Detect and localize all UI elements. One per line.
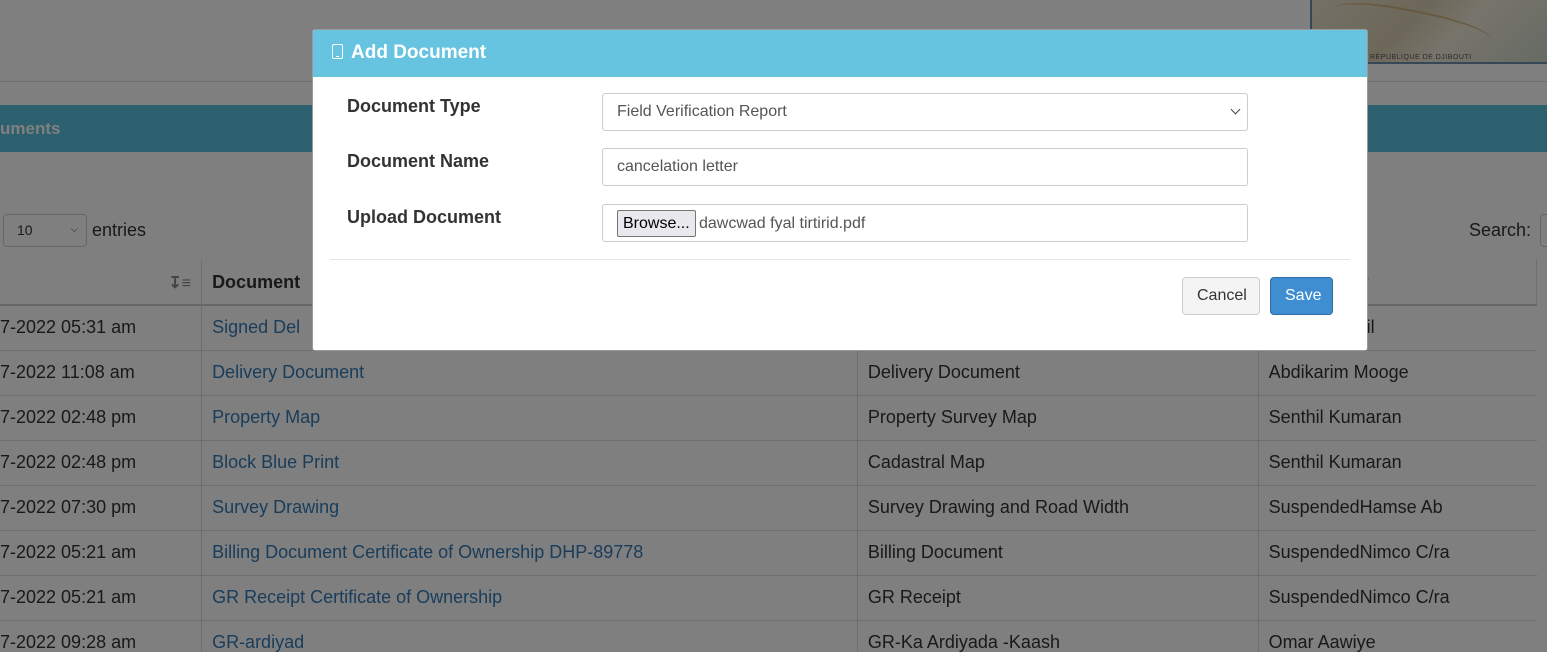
document-type-label: Document Type [347, 96, 481, 116]
upload-document-label: Upload Document [347, 207, 502, 227]
add-document-modal: Add Document Document Type Field Verific… [312, 29, 1368, 351]
document-name-input[interactable]: cancelation letter [602, 148, 1248, 186]
chevron-down-icon [1230, 104, 1241, 115]
upload-document-input[interactable]: Browse... dawcwad fyal tirtirid.pdf [602, 204, 1248, 242]
document-type-select[interactable]: Field Verification Report [602, 93, 1248, 131]
cancel-button[interactable]: Cancel [1182, 277, 1260, 315]
document-name-value: cancelation letter [617, 158, 738, 175]
modal-footer-divider [330, 259, 1350, 260]
modal-title: Add Document [351, 42, 487, 63]
modal-header: Add Document [313, 30, 1367, 77]
document-type-value: Field Verification Report [617, 103, 787, 120]
save-button[interactable]: Save [1270, 277, 1333, 315]
browse-button[interactable]: Browse... [617, 210, 696, 237]
tablet-icon [332, 44, 343, 59]
selected-file-name: dawcwad fyal tirtirid.pdf [699, 215, 866, 232]
document-name-label: Document Name [347, 151, 490, 171]
